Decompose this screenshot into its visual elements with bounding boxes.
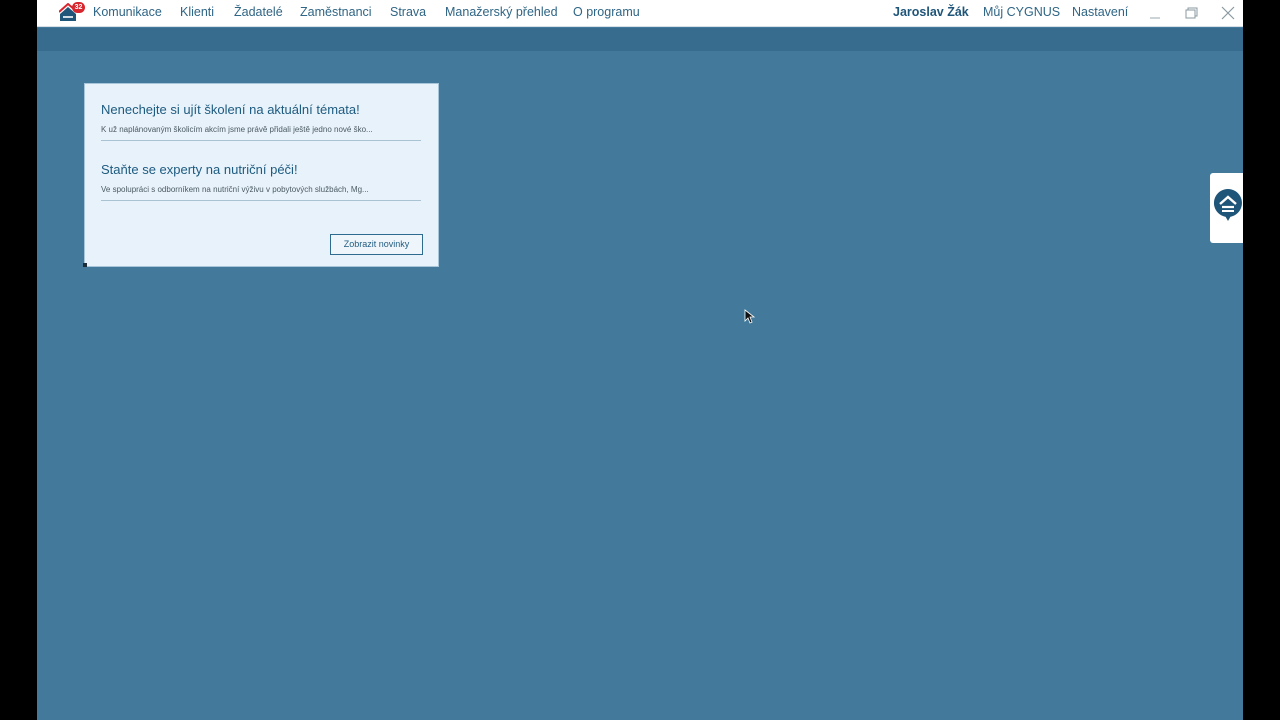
menu-item-komunikace[interactable]: Komunikace [93, 5, 162, 19]
notifications-logo[interactable]: 32 [58, 2, 85, 23]
resize-handle[interactable] [83, 263, 87, 267]
news-item[interactable]: Nenechejte si ujít školení na aktuální t… [101, 102, 421, 141]
news-excerpt: K už naplánovaným školicím akcím jsme pr… [101, 125, 373, 134]
close-icon [1221, 6, 1235, 20]
notification-badge: 32 [72, 2, 85, 13]
menu-item-o-programu[interactable]: O programu [573, 5, 640, 19]
news-excerpt: Ve spolupráci s odborníkem na nutriční v… [101, 185, 369, 194]
menu-item-strava[interactable]: Strava [390, 5, 426, 19]
app-window: 32 Komunikace Klienti Žadatelé Zaměstnan… [37, 0, 1243, 720]
menu-item-nastaveni[interactable]: Nastavení [1072, 5, 1128, 19]
show-news-button[interactable]: Zobrazit novinky [330, 234, 423, 255]
menu-item-klienti[interactable]: Klienti [180, 5, 214, 19]
minimize-button[interactable] [1145, 4, 1165, 22]
news-title[interactable]: Nenechejte si ujít školení na aktuální t… [101, 102, 421, 117]
restore-button[interactable] [1181, 4, 1201, 22]
menu-item-muj-cygnus[interactable]: Můj CYGNUS [983, 5, 1060, 19]
menu-item-zamestnanci[interactable]: Zaměstnanci [300, 5, 372, 19]
divider [101, 140, 421, 141]
menu-bar: 32 Komunikace Klienti Žadatelé Zaměstnan… [37, 0, 1243, 27]
news-item[interactable]: Staňte se experty na nutriční péči! Ve s… [101, 162, 421, 201]
restore-icon [1185, 7, 1198, 19]
menu-item-manazersky-prehled[interactable]: Manažerský přehled [445, 5, 558, 19]
menu-item-zadatele[interactable]: Žadatelé [234, 5, 283, 19]
divider [101, 200, 421, 201]
news-title[interactable]: Staňte se experty na nutriční péči! [101, 162, 421, 177]
cygnus-chat-icon [1213, 189, 1242, 221]
side-help-tab[interactable] [1210, 173, 1243, 243]
toolbar-strip [37, 28, 1243, 51]
minimize-icon [1150, 17, 1160, 19]
mouse-cursor-icon [744, 309, 756, 324]
close-button[interactable] [1218, 4, 1238, 22]
news-panel: Nenechejte si ujít školení na aktuální t… [83, 83, 439, 267]
user-name[interactable]: Jaroslav Žák [893, 5, 969, 19]
